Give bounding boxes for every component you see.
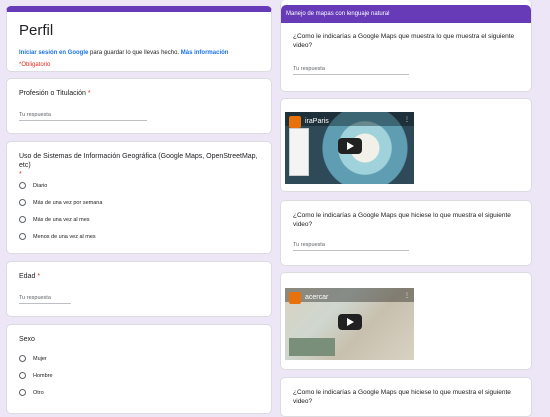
- video-question-3-title: ¿Como le indicarías a Google Maps que hi…: [293, 389, 511, 405]
- thumbnail-strip: [289, 338, 335, 356]
- sex-question-title: Sexo: [19, 336, 35, 343]
- more-options-icon[interactable]: ⋮: [404, 116, 410, 123]
- phone-mockup: [289, 128, 309, 176]
- video-card-1: iraParis ⋮: [280, 98, 532, 192]
- signin-link[interactable]: Iniciar sesión en Google: [19, 50, 88, 56]
- section-title-bar: Manejo de mapas con lenguaje natural: [281, 5, 531, 23]
- video-question-2-answer-input[interactable]: Tu respuesta: [293, 242, 409, 251]
- gis-usage-question-card: Uso de Sistemas de Información Geográfic…: [6, 141, 272, 254]
- gis-option-weekly[interactable]: Más de una vez por semana: [19, 199, 102, 206]
- video-question-2-title: ¿Como le indicarías a Google Maps que hi…: [293, 212, 511, 228]
- gis-option-less-monthly[interactable]: Menos de una vez al mes: [19, 233, 96, 240]
- sex-question-card: Sexo Mujer Hombre Otro: [6, 324, 272, 414]
- radio-icon[interactable]: [19, 355, 26, 362]
- gis-usage-question-title: Uso de Sistemas de Información Geográfic…: [19, 153, 258, 178]
- more-options-icon[interactable]: ⋮: [404, 292, 410, 299]
- profile-header-card: Perfil Iniciar sesión en Google para gua…: [6, 6, 272, 72]
- channel-logo-icon: [289, 292, 301, 304]
- age-question-card: Edad * Tu respuesta: [6, 261, 272, 317]
- profession-question-title: Profesión o Titulación *: [19, 90, 91, 97]
- radio-icon[interactable]: [19, 216, 26, 223]
- video-question-1-title: ¿Como le indicarías a Google Maps que mu…: [293, 33, 515, 49]
- play-button-icon[interactable]: [338, 138, 362, 154]
- radio-icon[interactable]: [19, 199, 26, 206]
- video-player-acercar[interactable]: acercar ⋮: [285, 288, 414, 360]
- video-question-1-answer-input[interactable]: Tu respuesta: [293, 66, 409, 75]
- radio-icon[interactable]: [19, 372, 26, 379]
- age-question-title: Edad *: [19, 273, 41, 280]
- video-question-card-3: ¿Como le indicarías a Google Maps que hi…: [280, 377, 532, 417]
- profession-question-card: Profesión o Titulación * Tu respuesta: [6, 78, 272, 134]
- video-question-card-1: Manejo de mapas con lenguaje natural ¿Co…: [280, 0, 532, 92]
- radio-icon[interactable]: [19, 182, 26, 189]
- video-card-2: acercar ⋮: [280, 272, 532, 370]
- more-info-link[interactable]: Más información: [181, 50, 229, 56]
- required-note: *Obligatorio: [19, 62, 51, 68]
- video-title: iraParis: [305, 118, 329, 125]
- video-player-iraparis[interactable]: iraParis ⋮: [285, 112, 414, 184]
- gis-option-monthly[interactable]: Más de una vez al mes: [19, 216, 90, 223]
- channel-logo-icon: [289, 116, 301, 128]
- radio-icon[interactable]: [19, 389, 26, 396]
- profession-answer-input[interactable]: Tu respuesta: [19, 112, 147, 121]
- radio-icon[interactable]: [19, 233, 26, 240]
- play-button-icon[interactable]: [338, 314, 362, 330]
- gis-option-daily[interactable]: Diario: [19, 182, 47, 189]
- video-question-card-2: ¿Como le indicarías a Google Maps que hi…: [280, 200, 532, 266]
- sex-option-man[interactable]: Hombre: [19, 372, 53, 379]
- signin-text: para guardar lo que llevas hecho.: [88, 50, 181, 56]
- video-title: acercar: [305, 294, 329, 301]
- form-title: Perfil: [19, 22, 54, 39]
- right-form-column: Manejo de mapas con lenguaje natural ¿Co…: [280, 0, 532, 417]
- sex-option-other[interactable]: Otro: [19, 389, 44, 396]
- age-answer-input[interactable]: Tu respuesta: [19, 295, 71, 304]
- sex-option-woman[interactable]: Mujer: [19, 355, 47, 362]
- signin-notice: Iniciar sesión en Google para guardar lo…: [19, 50, 228, 56]
- left-form-column: Perfil Iniciar sesión en Google para gua…: [6, 0, 272, 414]
